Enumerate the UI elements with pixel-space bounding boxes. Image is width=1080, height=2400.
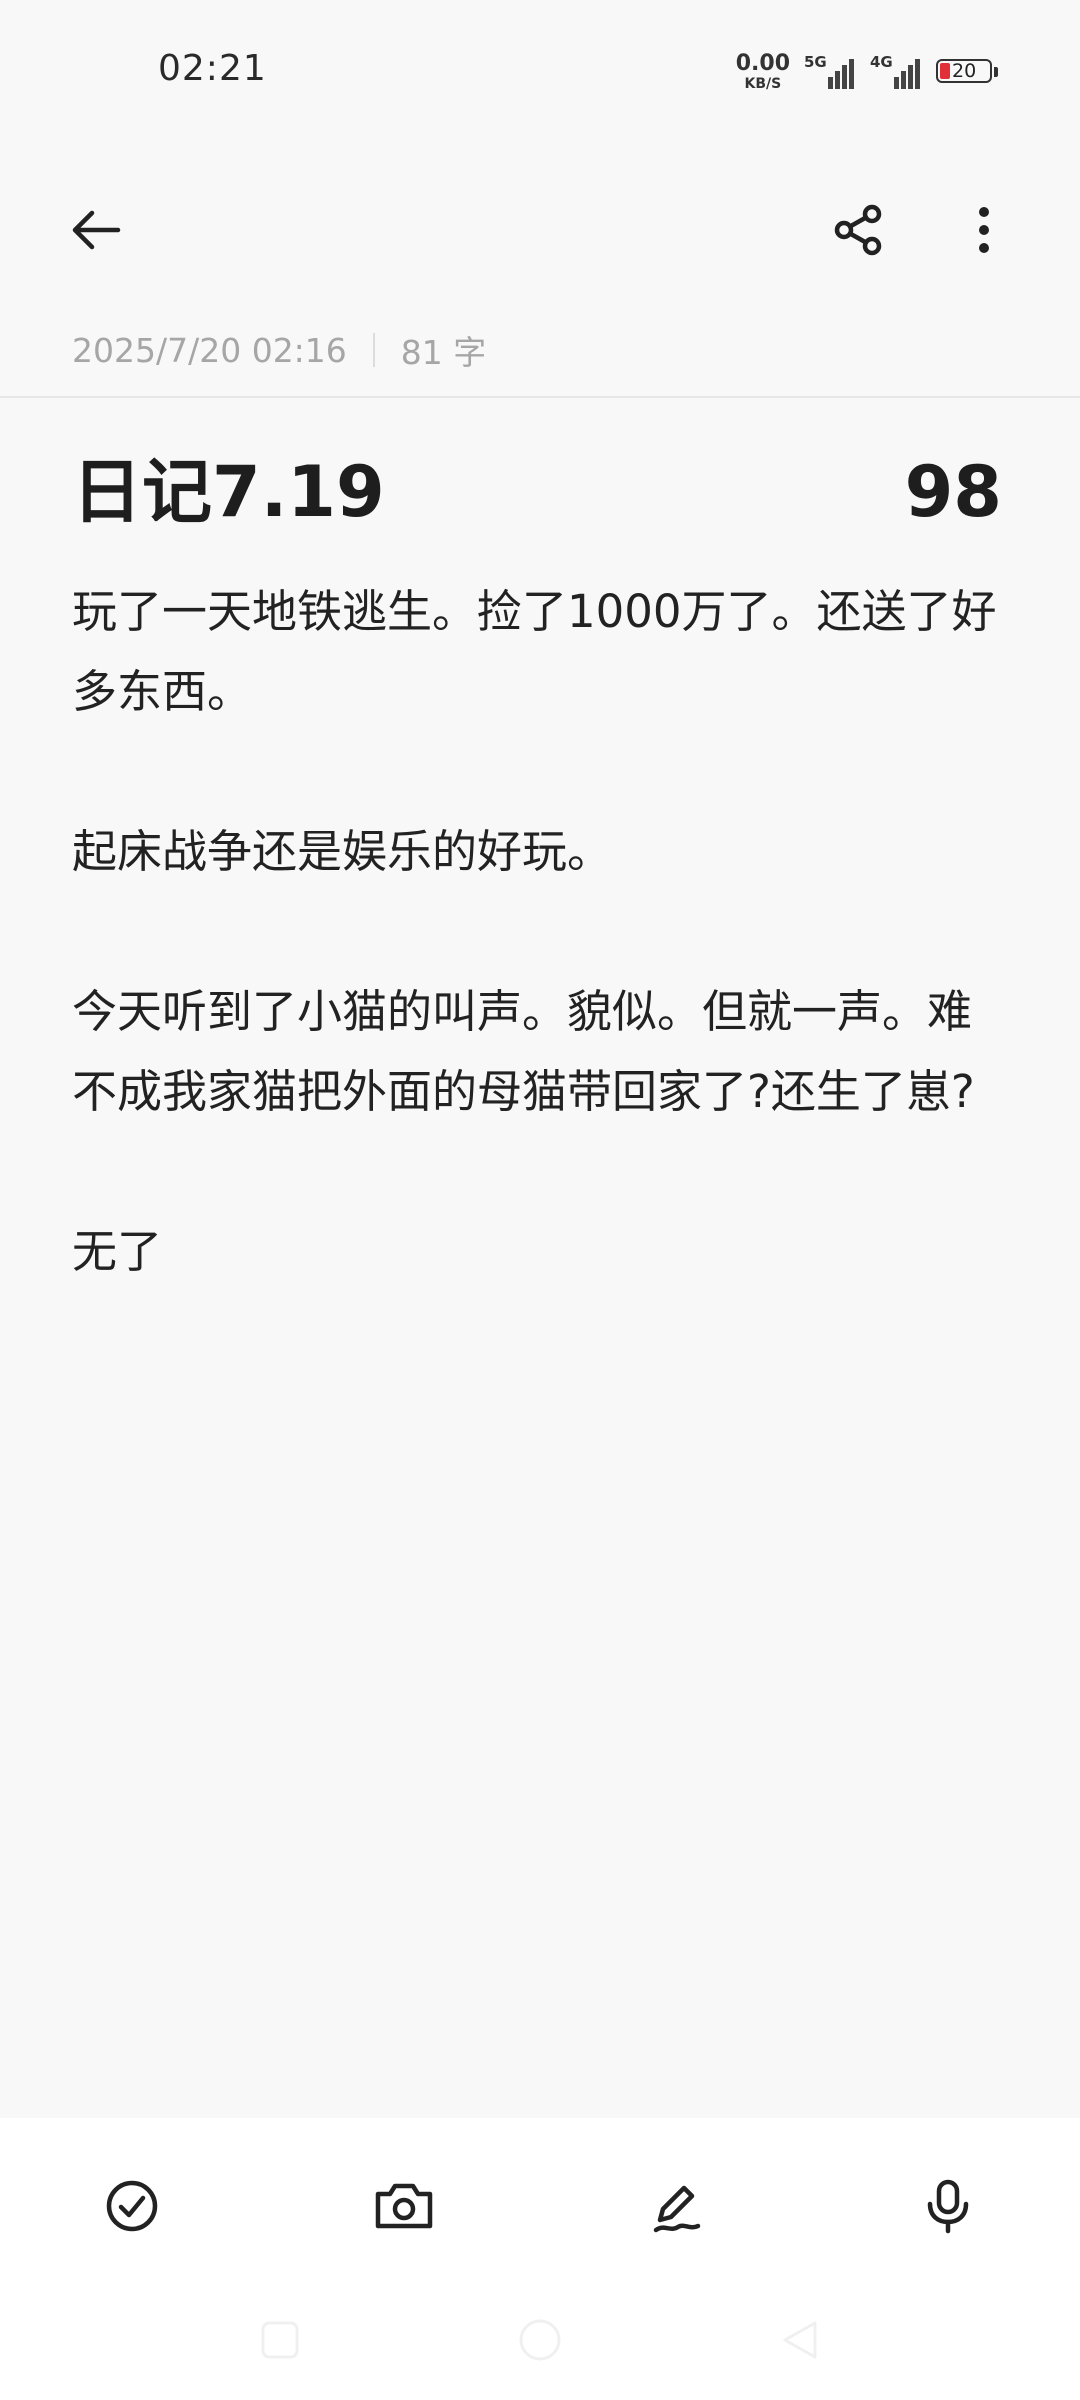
circle-icon <box>519 2319 561 2361</box>
note-paragraph: 无了 <box>72 1225 163 1278</box>
note-paragraph: 玩了一天地铁逃生。捡了1000万了。还送了好多东西。 <box>72 585 997 718</box>
back-nav-button[interactable] <box>770 2310 830 2370</box>
triangle-back-icon <box>783 2321 817 2359</box>
battery-percent: 20 <box>952 60 977 82</box>
handwriting-button[interactable] <box>628 2158 724 2254</box>
note-score: 98 <box>904 451 1002 533</box>
note-paragraph: 起床战争还是娱乐的好玩。 <box>72 825 613 878</box>
note-paragraph: 今天听到了小猫的叫声。貌似。但就一声。难不成我家猫把外面的母猫带回家了?还生了崽… <box>72 985 975 1118</box>
system-navigation-bar <box>0 2288 1080 2400</box>
network-speed-value: 0.00 <box>735 51 790 76</box>
note-toolbar <box>0 180 1080 270</box>
signal-4g-label: 4G <box>870 53 893 71</box>
handwriting-icon <box>653 2185 701 2233</box>
battery-icon: 20 <box>936 59 1000 85</box>
network-speed-unit: KB/S <box>744 76 782 92</box>
battery-level <box>940 63 950 79</box>
back-button[interactable] <box>56 190 136 270</box>
recent-apps-button[interactable] <box>250 2310 310 2370</box>
network-speed: 0.00 KB/S <box>735 51 790 92</box>
camera-icon <box>375 2183 433 2229</box>
signal-4g-icon: 4G <box>870 53 922 89</box>
meta-divider <box>372 333 375 367</box>
status-bar: 02:21 0.00 KB/S 5G 4G 20 <box>0 0 1080 140</box>
share-button[interactable] <box>818 190 898 270</box>
arrow-left-icon <box>72 210 121 250</box>
note-meta: 2025/7/20 02:16 81 字 <box>72 326 486 374</box>
home-button[interactable] <box>510 2310 570 2370</box>
signal-5g-icon: 5G <box>804 53 856 89</box>
note-action-bar <box>0 2118 1080 2288</box>
more-vertical-icon <box>979 207 989 253</box>
more-options-button[interactable] <box>944 190 1024 270</box>
camera-button[interactable] <box>356 2158 452 2254</box>
note-datetime: 2025/7/20 02:16 <box>72 330 347 370</box>
note-title[interactable]: 日记7.19 <box>72 436 385 537</box>
status-indicators: 0.00 KB/S 5G 4G 20 <box>736 52 1000 92</box>
microphone-icon <box>927 2179 969 2234</box>
signal-5g-label: 5G <box>804 53 827 71</box>
share-icon <box>834 204 882 256</box>
checklist-icon <box>106 2180 158 2232</box>
voice-input-button[interactable] <box>900 2158 996 2254</box>
note-char-count: 81 字 <box>400 333 487 372</box>
checklist-button[interactable] <box>84 2158 180 2254</box>
note-title-row: 日记7.19 98 <box>72 436 1002 537</box>
header-divider <box>0 396 1080 398</box>
note-body[interactable]: 玩了一天地铁逃生。捡了1000万了。还送了好多东西。 起床战争还是娱乐的好玩。 … <box>72 572 1012 1372</box>
square-icon <box>261 2321 299 2359</box>
status-time: 02:21 <box>158 48 267 89</box>
